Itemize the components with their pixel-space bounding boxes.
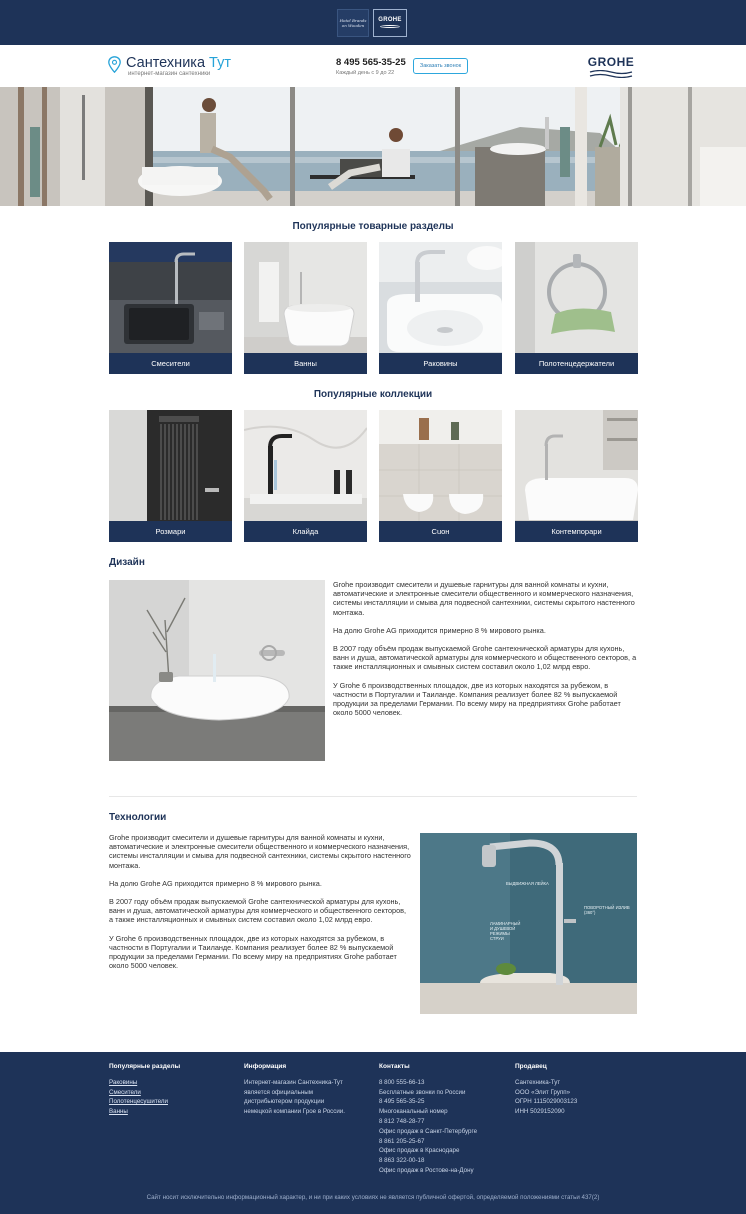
tech-text: Grohe производит смесители и душевые гар… xyxy=(109,833,411,979)
footer-text: Офис продаж в Санкт-Петербурге xyxy=(379,1127,478,1135)
footer-text: ОГРН 1115029003123 xyxy=(515,1098,578,1106)
collection-tile-klaida[interactable]: Клайда xyxy=(244,410,367,542)
site-logo[interactable]: Сантехника Тут xyxy=(126,55,231,71)
footer-text: Бесплатные звонки по России xyxy=(379,1088,466,1096)
footer-text: Офис продаж в Ростове-на-Дону xyxy=(379,1166,474,1174)
tech-paragraph: У Grohe 6 производственных площадок, две… xyxy=(109,933,397,971)
footer-col-info: Информация Интернет-магазин Сантехника-Т… xyxy=(244,1062,345,1117)
collection-label: Розмари xyxy=(109,521,232,542)
footer-col-title: Контакты xyxy=(379,1063,410,1070)
design-paragraph: Grohe производит смесители и душевые гар… xyxy=(333,580,635,617)
footer-disclaimer: Сайт носит исключительно информационный … xyxy=(146,1194,600,1201)
collection-label: Контемпорари xyxy=(515,521,638,542)
working-hours: Каждый день с 9 до 22 xyxy=(336,70,395,76)
section-divider xyxy=(109,796,637,797)
grohe-top-logo[interactable]: GROHE xyxy=(373,9,407,37)
footer-phone[interactable]: 8 495 565-35-25 xyxy=(379,1097,477,1107)
design-paragraph: В 2007 году объём продаж выпускаемой Gro… xyxy=(333,644,637,672)
footer-col-contacts: Контакты 8 800 555-66-13 Бесплатные звон… xyxy=(379,1062,477,1176)
design-paragraph: У Grohe 6 производственных площадок, две… xyxy=(333,680,621,718)
footer-phone[interactable]: 8 863 322-00-18 xyxy=(379,1156,477,1166)
tech-label-swivel: ПОВОРОТНЫЙ ИЗЛИВ (360°) xyxy=(584,905,630,915)
footer-text: Интернет-магазин Сантехника-Тут xyxy=(244,1078,343,1086)
site-header: Сантехника Тут интернет-магазин сантехни… xyxy=(0,45,746,87)
callback-button[interactable]: Заказать звонок xyxy=(413,58,468,74)
design-image xyxy=(109,580,325,761)
tech-label-pullout: ВЫДВИЖНАЯ ЛЕЙКА xyxy=(506,881,549,886)
grohe-waves-icon xyxy=(589,70,633,78)
location-pin-icon xyxy=(108,56,121,73)
collection-tile-contemporary[interactable]: Контемпорари xyxy=(515,410,638,542)
tech-title: Технологии xyxy=(109,812,167,823)
logo-accent-text: Тут xyxy=(209,55,231,71)
footer-col-title: Популярные разделы xyxy=(109,1063,181,1070)
collection-label: Сuон xyxy=(379,521,502,542)
popular-sections-title: Популярные товарные разделы xyxy=(292,221,454,232)
design-paragraph: На долю Grohe AG приходится примерно 8 %… xyxy=(333,625,546,635)
popular-collections-title: Популярные коллекции xyxy=(313,389,433,400)
footer-text: Офис продаж в Краснодаре xyxy=(379,1147,460,1155)
tech-paragraph: Grohe производит смесители и душевые гар… xyxy=(109,833,411,870)
category-label: Смесители xyxy=(109,353,232,374)
wave-icon xyxy=(380,25,400,28)
footer-text: ИНН 5029152090 xyxy=(515,1108,565,1116)
tech-image: ВЫДВИЖНАЯ ЛЕЙКА ПОВОРОТНЫЙ ИЗЛИВ (360°) … xyxy=(420,833,637,1014)
category-tile-baths[interactable]: Ванны xyxy=(244,242,367,374)
category-tile-sinks[interactable]: Раковины xyxy=(379,242,502,374)
top-bar: Hotel Brands on Wooden GROHE xyxy=(0,0,746,45)
logo-tagline: интернет-магазин сантехники xyxy=(128,71,211,77)
category-tile-towel-holders[interactable]: Полотенцедержатели xyxy=(515,242,638,374)
grohe-brand-logo[interactable]: GROHE xyxy=(586,55,636,78)
footer-text: Многоканальный номер xyxy=(379,1108,448,1116)
tech-paragraph: На долю Grohe AG приходится примерно 8 %… xyxy=(109,878,322,888)
footer-text: ООО «Элит Групп» xyxy=(515,1088,571,1096)
category-label: Ванны xyxy=(244,353,367,374)
footer-col-title: Информация xyxy=(244,1063,287,1070)
category-tile-mixers[interactable]: Смесители xyxy=(109,242,232,374)
header-phone[interactable]: 8 495 565-35-25 xyxy=(336,57,406,68)
footer-phone[interactable]: 8 812 748-28-77 xyxy=(379,1117,477,1127)
collection-tile-suon[interactable]: Сuон xyxy=(379,410,502,542)
logo-main-text: Сантехника xyxy=(126,55,210,71)
tech-image-art xyxy=(420,833,637,1014)
footer-link[interactable]: Полотенцесушители xyxy=(109,1097,180,1107)
grohe-brand-text: GROHE xyxy=(587,55,635,69)
footer-col-seller: Продавец Сантехника-Тут ООО «Элит Групп»… xyxy=(515,1062,577,1117)
grohe-top-logo-text: GROHE xyxy=(378,17,402,23)
footer-link[interactable]: Смесители xyxy=(109,1088,180,1098)
design-text: Grohe производит смесители и душевые гар… xyxy=(333,580,638,726)
category-label: Раковины xyxy=(379,353,502,374)
footer-link[interactable]: Ванны xyxy=(109,1107,180,1117)
footer-link[interactable]: Раковины xyxy=(109,1078,180,1088)
footer-text: дистрибьютером продукции xyxy=(244,1098,325,1106)
partner-logo[interactable]: Hotel Brands on Wooden xyxy=(337,9,369,37)
collection-label: Клайда xyxy=(244,521,367,542)
footer-phone[interactable]: 8 800 555-66-13 xyxy=(379,1078,477,1088)
tech-paragraph: В 2007 году объём продаж выпускаемой Gro… xyxy=(109,897,407,925)
site-footer: Популярные разделы Раковины Смесители По… xyxy=(0,1052,746,1214)
tech-label-spray: ЛАМИНАРНЫЙ И ДУШЕВОЙ РЕЖИМЫ СТРУИ xyxy=(490,921,521,941)
footer-text: немецкой компании Грое в России. xyxy=(244,1108,345,1116)
collection-tile-rosemary[interactable]: Розмари xyxy=(109,410,232,542)
category-label: Полотенцедержатели xyxy=(515,353,638,374)
design-title: Дизайн xyxy=(109,557,145,568)
footer-phone[interactable]: 8 861 205-25-67 xyxy=(379,1137,477,1147)
footer-text: является официальным xyxy=(244,1088,314,1096)
footer-text: Сантехника-Тут xyxy=(515,1078,561,1086)
design-image-art xyxy=(109,580,325,761)
footer-col-title: Продавец xyxy=(515,1063,547,1070)
hero-banner xyxy=(0,87,746,206)
footer-col-popular: Популярные разделы Раковины Смесители По… xyxy=(109,1062,180,1117)
hero-image xyxy=(0,87,746,206)
